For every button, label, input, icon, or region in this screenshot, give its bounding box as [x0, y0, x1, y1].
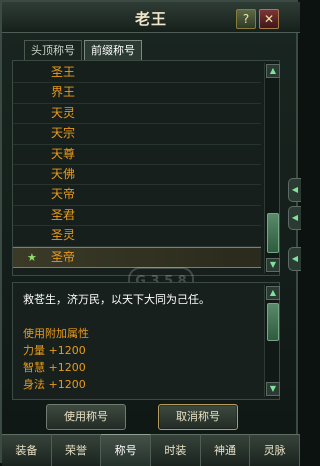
- attribute-agility: 身法 +1200: [23, 378, 86, 391]
- title-label: 天宗: [51, 126, 76, 141]
- scroll-thumb[interactable]: [267, 303, 279, 341]
- title-list-item[interactable]: 圣灵: [13, 226, 261, 247]
- title-label: 天帝: [51, 187, 76, 202]
- title-label: 圣帝: [51, 249, 76, 264]
- star-icon: ★: [27, 250, 37, 264]
- title-label: 天佛: [51, 166, 76, 181]
- tab-fashion[interactable]: 时装: [151, 434, 201, 466]
- title-list-item[interactable]: 天宗: [13, 124, 261, 145]
- window-titlebar: 老王 ? ✕: [2, 2, 300, 33]
- title-list-item-selected[interactable]: ★ 圣帝: [13, 246, 261, 268]
- title-list-item[interactable]: 界王: [13, 83, 261, 104]
- description-scrollbar[interactable]: ▲ ▼: [264, 285, 280, 397]
- up-arrow-icon[interactable]: ▲: [266, 64, 280, 78]
- description-box: 救苍生，济万民，以天下大同为己任。 使用附加属性 力量 +1200 智慧 +12…: [12, 282, 280, 400]
- tab-prefix-title[interactable]: 前缀称号: [84, 40, 142, 61]
- help-icon: ?: [242, 12, 250, 26]
- down-arrow-icon[interactable]: ▼: [266, 258, 280, 272]
- cancel-title-button[interactable]: 取消称号: [158, 404, 238, 430]
- tab-shentong[interactable]: 神通: [200, 434, 251, 466]
- use-title-button[interactable]: 使用称号: [46, 404, 126, 430]
- bottom-tabs: 装备 荣誉 称号 时装 神通 灵脉: [2, 434, 301, 466]
- scroll-thumb[interactable]: [267, 213, 279, 253]
- attribute-strength: 力量 +1200: [23, 344, 86, 357]
- title-label: 圣灵: [51, 228, 76, 243]
- tab-honor[interactable]: 荣誉: [51, 434, 102, 466]
- title-list-item[interactable]: 天帝: [13, 185, 261, 206]
- titles-list: 圣王 界王 天灵 天宗 天尊 天佛 天帝 圣君 圣灵 ★ 圣帝: [13, 63, 261, 268]
- title-list-item[interactable]: 天尊: [13, 145, 261, 165]
- tab-title[interactable]: 称号: [101, 434, 152, 466]
- help-button[interactable]: ?: [236, 9, 256, 29]
- title-actions: 使用称号 取消称号: [2, 404, 300, 430]
- side-expand-button[interactable]: ◀: [288, 206, 301, 230]
- description-text: 救苍生，济万民，以天下大同为己任。: [23, 293, 210, 306]
- title-label: 圣王: [51, 65, 76, 79]
- attribute-wisdom: 智慧 +1200: [23, 361, 86, 374]
- tab-head-title[interactable]: 头顶称号: [24, 40, 82, 61]
- titles-scrollbar[interactable]: ▲ ▼: [264, 63, 280, 273]
- attributes-title: 使用附加属性: [23, 327, 89, 340]
- side-expand-button[interactable]: ◀: [288, 178, 301, 202]
- down-arrow-icon[interactable]: ▼: [266, 382, 280, 396]
- title-label: 天灵: [51, 105, 76, 120]
- title-panel: 老王 ? ✕ 头顶称号 前缀称号 圣王 界王 天灵 天宗 天尊 天佛 天帝 圣君…: [0, 0, 301, 466]
- title-list-item[interactable]: 圣君: [13, 206, 261, 227]
- title-list-item[interactable]: 圣王: [13, 63, 261, 84]
- titles-list-box: 圣王 界王 天灵 天宗 天尊 天佛 天帝 圣君 圣灵 ★ 圣帝 ▲ ▼ G 3 …: [12, 60, 280, 297]
- close-icon: ✕: [263, 12, 275, 26]
- up-arrow-icon[interactable]: ▲: [266, 286, 280, 300]
- title-label: 界王: [51, 85, 76, 100]
- close-button[interactable]: ✕: [259, 9, 279, 29]
- title-label: 圣君: [51, 207, 76, 222]
- title-list-item[interactable]: 天灵: [13, 104, 261, 125]
- title-label: 天尊: [51, 146, 76, 161]
- title-tabs: 头顶称号 前缀称号: [24, 40, 142, 61]
- side-expand-button[interactable]: ◀: [288, 247, 301, 271]
- tab-equipment[interactable]: 装备: [2, 434, 52, 466]
- tab-lingmai[interactable]: 灵脉: [250, 434, 301, 466]
- title-list-item[interactable]: 天佛: [13, 165, 261, 186]
